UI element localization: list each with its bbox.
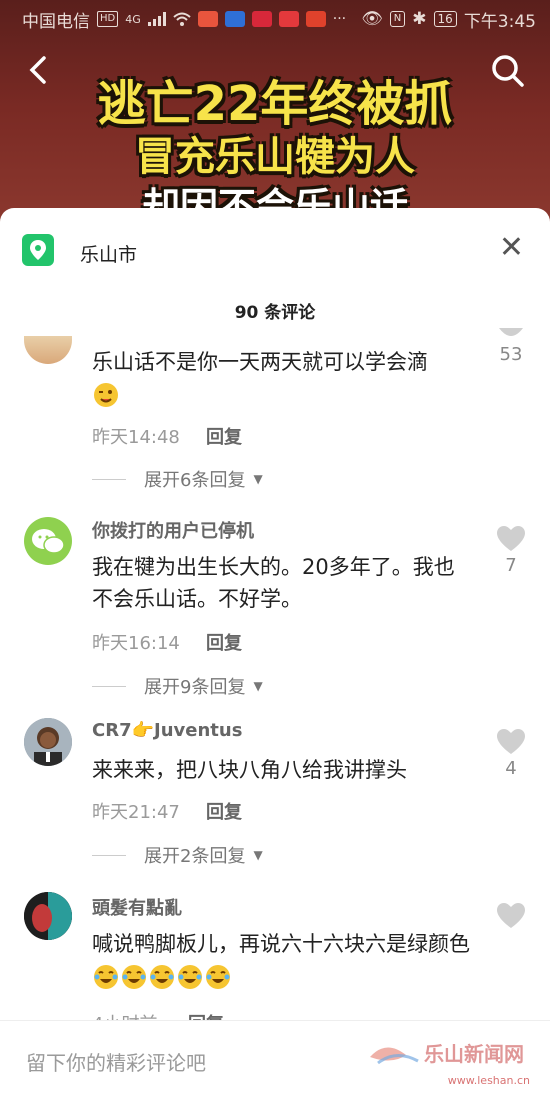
location-row[interactable]: 乐山市 ✕ — [0, 228, 550, 278]
like-button[interactable]: 7 — [496, 525, 526, 576]
video-preview[interactable]: 中国电信 HD 4G ··· 👁 N ✱ 16 下午3:45 逃亡22年终被抓 … — [0, 0, 550, 240]
avatar[interactable] — [24, 718, 72, 766]
laughing-emoji-icon — [176, 963, 204, 991]
close-icon[interactable]: ✕ — [499, 230, 524, 266]
reply-button[interactable]: 回复 — [206, 629, 242, 655]
heart-icon — [499, 328, 523, 336]
status-bar: 中国电信 HD 4G ··· 👁 N ✱ 16 下午3:45 — [0, 0, 550, 38]
laughing-emoji-icon — [148, 963, 176, 991]
avatar[interactable] — [24, 517, 72, 565]
app-notify-icon — [224, 11, 245, 27]
status-time: 下午3:45 — [463, 11, 536, 32]
eye-icon: 👁 — [361, 9, 383, 29]
laughing-emoji-icon — [204, 963, 232, 991]
caret-down-icon: ▼ — [253, 848, 263, 862]
comment-time: 昨天16:14 — [92, 633, 180, 654]
watermark-url: www.leshan.cn — [447, 1074, 530, 1087]
like-count: 7 — [505, 555, 517, 576]
comment-text: 来来来，把八块八角八给我讲撑头 — [92, 758, 407, 782]
reply-button[interactable]: 回复 — [206, 423, 242, 449]
expand-replies-button[interactable]: 展开2条回复 ▼ — [92, 842, 263, 868]
app-notify-icon — [278, 11, 299, 27]
like-button[interactable]: 4 — [496, 728, 526, 779]
location-label: 乐山市 — [80, 244, 138, 266]
like-count: 4 — [505, 758, 517, 779]
comment-username[interactable]: 你拨打的用户已停机 — [92, 517, 254, 543]
heart-icon — [497, 903, 525, 928]
avatar[interactable] — [24, 892, 72, 940]
expand-replies-label: 展开9条回复 — [144, 677, 246, 698]
reply-button[interactable]: 回复 — [206, 798, 242, 824]
like-count: 53 — [499, 344, 523, 365]
expand-replies-button[interactable]: 展开9条回复 ▼ — [92, 673, 263, 699]
comment-time: 昨天21:47 — [92, 802, 180, 823]
like-button[interactable]: 53 — [496, 328, 526, 365]
battery-icon: 16 — [433, 11, 457, 27]
laughing-emoji-icon — [120, 963, 148, 991]
video-headline: 冒充乐山犍为人 — [135, 134, 415, 180]
comment-text: 乐山话不是你一天两天就可以学会滴 — [92, 346, 472, 410]
comment-time: 昨天14:48 — [92, 427, 180, 448]
expand-replies-label: 展开2条回复 — [144, 846, 246, 867]
wink-emoji-icon — [92, 381, 120, 409]
app-notify-icon — [197, 11, 218, 27]
divider-line — [92, 854, 126, 856]
more-notifications-icon: ··· — [332, 11, 347, 27]
nfc-icon: N — [389, 11, 406, 27]
wifi-icon — [173, 12, 191, 26]
heart-icon — [497, 526, 525, 551]
divider-line — [92, 685, 126, 687]
bluetooth-icon: ✱ — [412, 9, 427, 29]
signal-icon — [147, 12, 166, 26]
app-notify-icon — [305, 11, 326, 27]
expand-replies-button[interactable]: 展开6条回复 ▼ — [92, 466, 263, 492]
comment-input-bar[interactable]: 留下你的精彩评论吧 乐山新闻网 www.leshan.cn — [0, 1020, 550, 1100]
comment-text: 喊说鸭脚板儿，再说六十六块六是绿颜色 — [92, 928, 472, 992]
site-watermark: 乐山新闻网 www.leshan.cn — [366, 1035, 536, 1087]
hd-icon: HD — [97, 11, 119, 27]
divider-line — [92, 478, 126, 480]
carrier-label: 中国电信 — [22, 11, 90, 32]
comment-username[interactable]: CR7👉Juventus — [92, 720, 242, 741]
comment-input[interactable]: 留下你的精彩评论吧 — [26, 1047, 206, 1076]
network-label: 4G — [125, 12, 141, 26]
avatar[interactable] — [24, 336, 72, 364]
app-notify-icon — [251, 11, 272, 27]
comment-count-title: 90 条评论 — [234, 303, 316, 323]
expand-replies-label: 展开6条回复 — [144, 470, 246, 491]
svg-text:乐山新闻网: 乐山新闻网 — [424, 1042, 524, 1066]
caret-down-icon: ▼ — [253, 679, 263, 693]
comments-sheet: 乐山市 ✕ 90 条评论 乐山话不是你一天两天就可以学会滴 昨天14:48 回复… — [0, 208, 550, 1100]
comment-username[interactable]: 頭髮有點亂 — [92, 894, 182, 920]
heart-icon — [497, 729, 525, 754]
like-button[interactable] — [496, 902, 526, 932]
location-pin-icon — [22, 234, 54, 266]
laughing-emoji-icon — [92, 963, 120, 991]
caret-down-icon: ▼ — [253, 472, 263, 486]
comment-text: 我在犍为出生长大的。20多年了。我也不会乐山话。不好学。 — [92, 555, 455, 611]
